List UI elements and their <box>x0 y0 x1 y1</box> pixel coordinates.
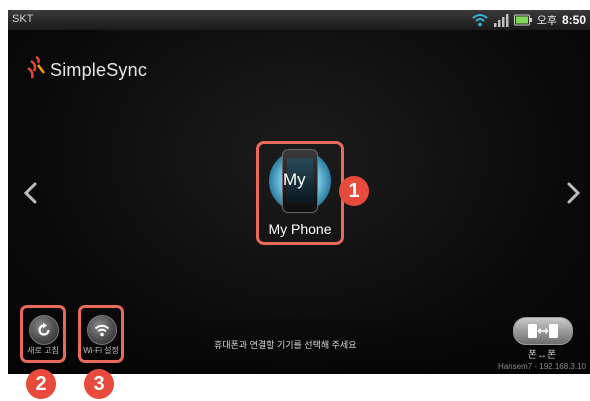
app-logo: SimpleSync <box>26 55 148 86</box>
phone-to-phone-icon <box>528 324 558 338</box>
callout-1: 1 <box>339 176 369 206</box>
connection-info: Hansem7 - 192.168.3.10 <box>497 362 586 371</box>
clock-time: 8:50 <box>561 13 586 27</box>
device-my-phone[interactable]: My My Phone <box>256 141 344 245</box>
ampm-label: 오후 <box>536 15 557 27</box>
refresh-button[interactable]: 새로 고침 <box>20 305 66 363</box>
phone-to-phone-button[interactable] <box>513 317 573 345</box>
next-arrow-button[interactable] <box>562 178 584 208</box>
callout-3: 3 <box>84 369 114 399</box>
battery-icon <box>513 14 532 26</box>
chevron-left-icon <box>23 182 37 204</box>
logo-text: SimpleSync <box>50 59 148 80</box>
status-indicators: 오후 8:50 <box>472 12 586 28</box>
wifi-icon <box>87 315 117 345</box>
chevron-right-icon <box>567 182 581 204</box>
device-name-label: My Phone <box>268 221 332 237</box>
device-overlay-text: My <box>283 170 306 189</box>
phone-to-phone-label: 폰↔폰 <box>527 350 557 361</box>
carrier-label: SKT <box>12 13 34 25</box>
cell-signal-icon <box>493 13 509 27</box>
refresh-button-label: 새로 고침 <box>27 346 59 355</box>
previous-arrow-button[interactable] <box>20 178 42 208</box>
callout-2: 2 <box>26 369 56 399</box>
wifi-signal-icon <box>472 13 488 27</box>
select-device-hint: 휴대폰과 연결할 기기를 선택해 주세요 <box>214 340 357 350</box>
status-bar: SKT 오후 8:50 <box>8 10 590 30</box>
refresh-icon <box>29 315 59 345</box>
app-screen: SKT 오후 8:50 SimpleSync My My Phone 새로 고침… <box>8 10 590 374</box>
wifi-settings-label: Wi-Fi 설정 <box>83 346 119 355</box>
wifi-settings-button[interactable]: Wi-Fi 설정 <box>78 305 124 363</box>
logo-mark-icon <box>26 55 48 86</box>
